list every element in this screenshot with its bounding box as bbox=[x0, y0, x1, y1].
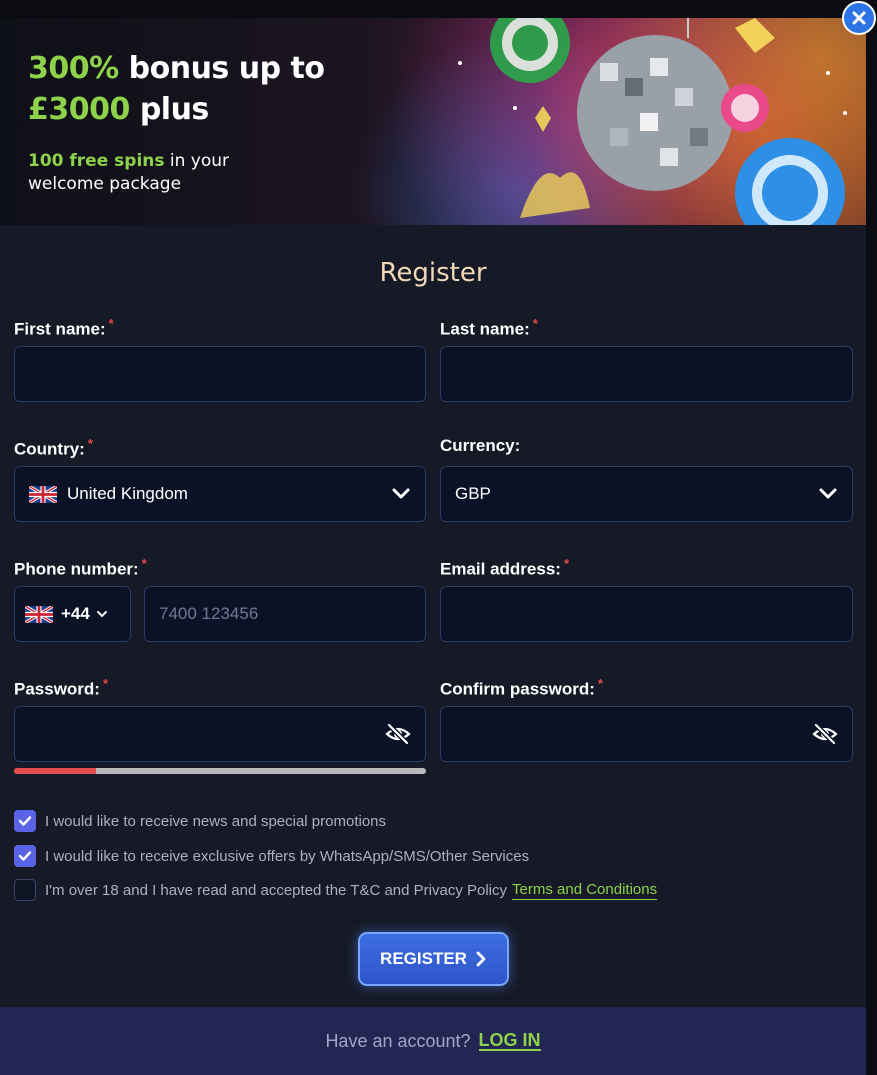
confirm-password-input[interactable] bbox=[440, 706, 853, 762]
bonus-amount: £3000 bbox=[28, 92, 130, 127]
email-label-text: Email address: bbox=[440, 559, 561, 579]
currency-value: GBP bbox=[455, 484, 491, 503]
eye-off-icon[interactable] bbox=[385, 721, 411, 747]
password-strength-fill bbox=[14, 768, 97, 774]
sub-text-2: welcome package bbox=[28, 174, 182, 194]
currency-label: Currency: bbox=[440, 436, 520, 456]
email-input[interactable] bbox=[440, 586, 853, 642]
login-link[interactable]: LOG IN bbox=[478, 1031, 541, 1051]
uk-flag-icon bbox=[25, 605, 53, 623]
bonus-percent: 300% bbox=[28, 51, 119, 86]
banner-headline: 300% bonus up to £3000 plus bbox=[28, 48, 325, 130]
login-prompt: Have an account? bbox=[325, 1030, 471, 1051]
phone-code-select[interactable]: +44 bbox=[14, 586, 131, 642]
email-label: Email address: * bbox=[440, 556, 569, 580]
close-icon bbox=[852, 11, 866, 25]
last-name-label: Last name: * bbox=[440, 316, 538, 340]
checkbox-terms-label: I'm over 18 and I have read and accepted… bbox=[45, 881, 508, 899]
password-label: Password: * bbox=[14, 676, 108, 700]
checkbox-offers[interactable]: I would like to receive exclusive offers… bbox=[14, 845, 529, 867]
checkbox-terms-box[interactable] bbox=[14, 879, 36, 901]
terms-link[interactable]: Terms and Conditions bbox=[512, 881, 658, 900]
first-name-label: First name: * bbox=[14, 316, 114, 340]
close-button[interactable] bbox=[842, 1, 876, 35]
phone-number-input[interactable]: 7400 123456 bbox=[144, 586, 426, 642]
checkbox-news-label: I would like to receive news and special… bbox=[45, 812, 387, 830]
country-label-text: Country: bbox=[14, 439, 85, 459]
check-icon bbox=[18, 816, 32, 826]
form-title: Register bbox=[379, 258, 487, 288]
banner-subtext: 100 free spins in your welcome package bbox=[28, 150, 324, 196]
bonus-text: bonus up to bbox=[118, 51, 325, 86]
uk-flag-icon bbox=[29, 485, 57, 503]
checkbox-offers-label: I would like to receive exclusive offers… bbox=[45, 847, 530, 865]
required-mark: * bbox=[87, 436, 93, 451]
password-label-text: Password: bbox=[14, 679, 100, 699]
chevron-down-icon bbox=[819, 488, 837, 499]
required-mark: * bbox=[102, 676, 109, 691]
promo-banner: 300% bonus up to £3000 plus 100 free spi… bbox=[0, 18, 866, 225]
checkbox-terms[interactable]: I'm over 18 and I have read and accepted… bbox=[14, 879, 658, 901]
phone-code-value: +44 bbox=[61, 604, 90, 623]
login-footer: Have an account? LOG IN bbox=[0, 1007, 866, 1075]
country-select[interactable]: United Kingdom bbox=[14, 466, 426, 522]
last-name-input[interactable] bbox=[440, 346, 853, 402]
check-icon bbox=[18, 851, 32, 861]
confirm-password-label-text: Confirm password: bbox=[440, 679, 595, 699]
register-button-label: REGISTER bbox=[380, 949, 467, 968]
chevron-down-icon bbox=[392, 488, 410, 499]
password-strength-bar bbox=[14, 768, 426, 774]
checkbox-offers-box[interactable] bbox=[14, 845, 36, 867]
last-name-label-text: Last name: bbox=[440, 319, 530, 339]
phone-label-text: Phone number: bbox=[14, 559, 139, 579]
chevron-down-icon bbox=[96, 611, 107, 618]
checkbox-news[interactable]: I would like to receive news and special… bbox=[14, 810, 386, 832]
phone-label: Phone number: * bbox=[14, 556, 147, 580]
register-modal: 300% bonus up to £3000 plus 100 free spi… bbox=[0, 18, 866, 1075]
required-mark: * bbox=[563, 556, 570, 571]
first-name-label-text: First name: bbox=[14, 319, 106, 339]
register-button[interactable]: REGISTER bbox=[358, 932, 509, 986]
free-spins: 100 free spins bbox=[28, 151, 165, 171]
first-name-input[interactable] bbox=[14, 346, 426, 402]
required-mark: * bbox=[532, 316, 538, 331]
bonus-plus: plus bbox=[129, 92, 209, 127]
banner-text: 300% bonus up to £3000 plus 100 free spi… bbox=[28, 48, 325, 196]
confirm-password-label: Confirm password: * bbox=[440, 676, 603, 700]
chevron-right-icon bbox=[476, 951, 486, 967]
currency-label-text: Currency: bbox=[440, 436, 521, 455]
country-value: United Kingdom bbox=[67, 484, 188, 503]
currency-select[interactable]: GBP bbox=[440, 466, 853, 522]
required-mark: * bbox=[108, 316, 114, 331]
sub-text-1: in your bbox=[164, 151, 230, 171]
phone-placeholder: 7400 123456 bbox=[159, 604, 259, 623]
required-mark: * bbox=[141, 556, 147, 571]
required-mark: * bbox=[597, 676, 603, 691]
password-input[interactable] bbox=[14, 706, 426, 762]
checkbox-news-box[interactable] bbox=[14, 810, 36, 832]
country-label: Country: * bbox=[14, 436, 93, 460]
eye-off-icon[interactable] bbox=[812, 721, 838, 747]
